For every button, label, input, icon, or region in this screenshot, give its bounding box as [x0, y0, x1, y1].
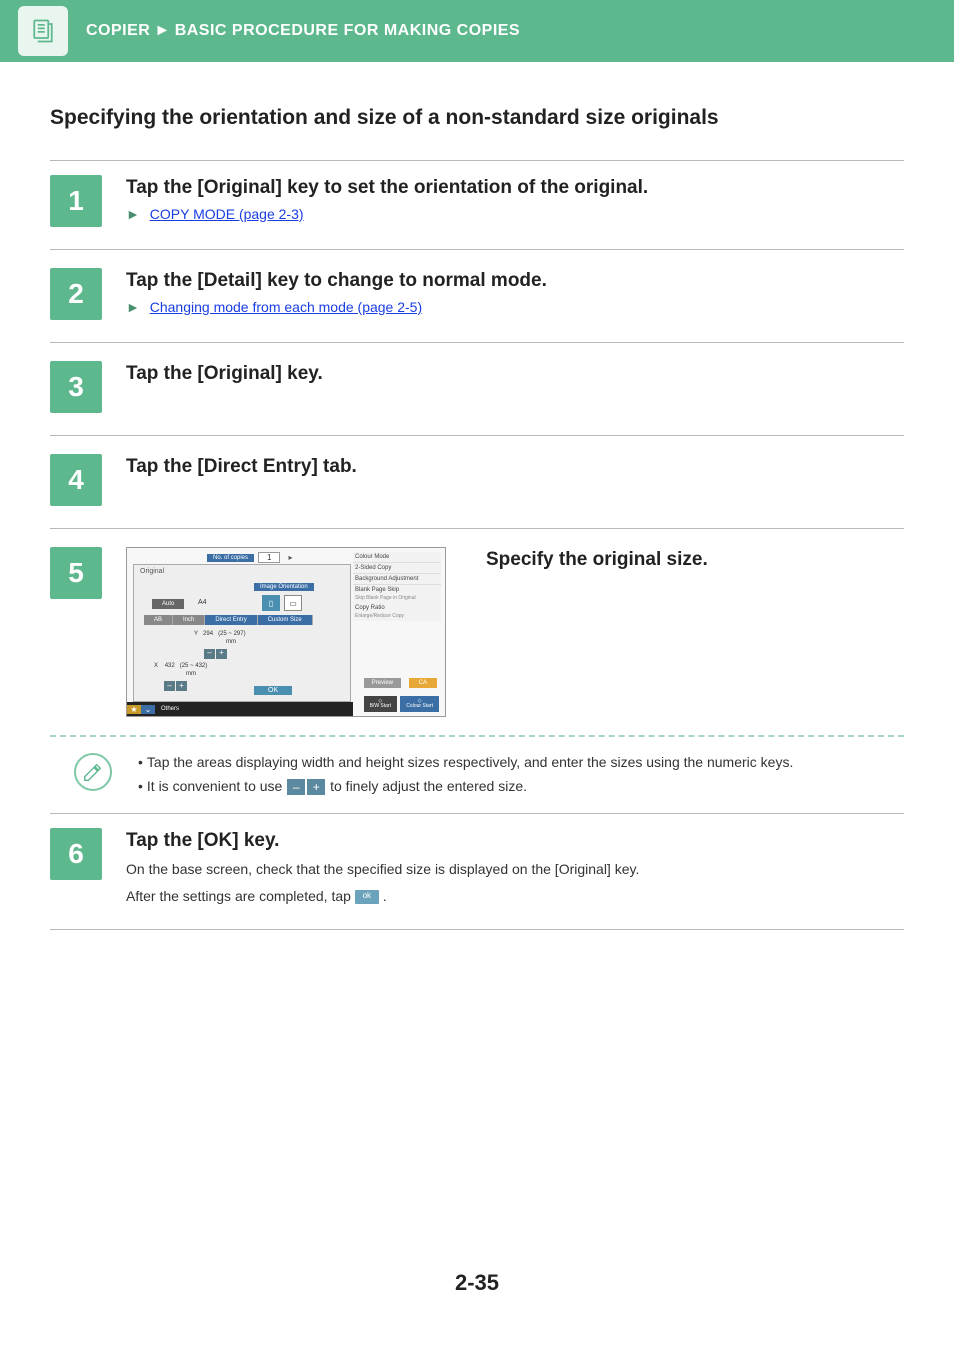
tip-2-text-a: It is convenient to use: [147, 778, 286, 794]
step-number-1: 1: [50, 175, 102, 227]
divider: [50, 249, 904, 250]
side-bg-adjust[interactable]: Background Adjustment: [353, 574, 441, 585]
side-colour-mode[interactable]: Colour Mode: [353, 552, 441, 563]
tab-custom-size[interactable]: Custom Size: [258, 615, 313, 625]
minus-icon: –: [287, 779, 305, 795]
x-unit: mm: [186, 671, 196, 677]
step-number-3: 3: [50, 361, 102, 413]
x-adjust-buttons: –+: [164, 681, 188, 691]
x-value[interactable]: 432: [165, 663, 175, 669]
side-blank-sub: Skip Blank Page in Original: [353, 595, 441, 603]
tab-ab[interactable]: AB: [144, 615, 173, 625]
link-arrow-icon: ►: [126, 206, 140, 222]
y-range: (25 ~ 297): [218, 631, 246, 637]
image-orientation-label: Image Orientation: [254, 583, 314, 591]
dashed-divider: [50, 735, 904, 737]
bw-start-button[interactable]: ◇B/W Start: [364, 696, 397, 712]
ui-screenshot: No. of copies 1 ▸ OK Original Image Orie…: [126, 547, 446, 717]
divider: [50, 342, 904, 343]
x-label: X: [154, 663, 158, 669]
ok-button-panel[interactable]: OK: [254, 686, 292, 695]
step-1-title: Tap the [Original] key to set the orient…: [126, 175, 904, 202]
tip-block: •Tap the areas displaying width and heig…: [50, 751, 904, 799]
step-3-title: Tap the [Original] key.: [126, 361, 904, 388]
copies-value[interactable]: 1: [258, 552, 280, 563]
copies-label: No. of copies: [207, 554, 254, 562]
breadcrumb-part-2[interactable]: BASIC PROCEDURE FOR MAKING COPIES: [175, 22, 520, 40]
chevron-down-icon[interactable]: ⌄: [141, 705, 155, 714]
size-tabs: AB Inch Direct Entry Custom Size: [144, 615, 313, 625]
original-label: Original: [140, 568, 164, 575]
section-title: Specifying the orientation and size of a…: [50, 106, 904, 130]
y-label: Y: [194, 631, 198, 637]
orientation-landscape-button[interactable]: ▭: [284, 595, 302, 611]
step-number-2: 2: [50, 268, 102, 320]
x-plus-button[interactable]: +: [176, 681, 187, 691]
bullet: •: [138, 778, 143, 794]
step-6-body-2a: After the settings are completed, tap: [126, 888, 355, 904]
page-number: 2-35: [50, 1270, 904, 1326]
x-minus-button[interactable]: –: [164, 681, 175, 691]
divider: [50, 528, 904, 529]
divider: [50, 813, 904, 814]
ca-button[interactable]: CA: [409, 678, 437, 688]
expand-icon[interactable]: ▸: [288, 553, 292, 562]
plus-icon: +: [307, 779, 325, 795]
breadcrumb-separator: ►: [154, 22, 170, 40]
y-plus-button[interactable]: +: [216, 649, 227, 659]
step-number-4: 4: [50, 454, 102, 506]
step-6-body-2b: .: [383, 888, 387, 904]
header-bar: COPIER ► BASIC PROCEDURE FOR MAKING COPI…: [0, 0, 954, 62]
favorite-icon[interactable]: ★: [127, 705, 141, 714]
y-minus-button[interactable]: –: [204, 649, 215, 659]
bottom-bar: ★ ⌄ Others: [127, 702, 353, 716]
side-2-sided[interactable]: 2-Sided Copy: [353, 563, 441, 574]
changing-mode-link[interactable]: Changing mode from each mode (page 2-5): [150, 299, 422, 315]
preview-button[interactable]: Preview: [364, 678, 401, 688]
copier-icon: [18, 6, 68, 56]
breadcrumb-part-1[interactable]: COPIER: [86, 22, 150, 40]
auto-button[interactable]: Auto: [152, 599, 184, 609]
bullet: •: [138, 754, 143, 770]
tip-2-text-b: to finely adjust the entered size.: [330, 778, 527, 794]
orientation-portrait-button[interactable]: ▯: [262, 595, 280, 611]
step-6-body-1: On the base screen, check that the speci…: [126, 858, 904, 880]
step-number-6: 6: [50, 828, 102, 880]
document-stack-icon: [29, 17, 57, 45]
side-blank-skip[interactable]: Blank Page Skip: [353, 585, 441, 595]
y-adjust-buttons: –+: [204, 649, 228, 659]
side-ratio-sub: Enlarge/Reduce Copy: [353, 613, 441, 621]
x-range: (25 ~ 432): [180, 663, 208, 669]
divider: [50, 929, 904, 930]
copy-mode-link[interactable]: COPY MODE (page 2-3): [150, 206, 304, 222]
link-arrow-icon: ►: [126, 299, 140, 315]
tab-inch[interactable]: Inch: [173, 615, 205, 625]
a4-label: A4: [198, 599, 207, 606]
divider: [50, 160, 904, 161]
pencil-icon: [74, 753, 112, 791]
size-entry-area: Y 294 (25 ~ 297) mm –+ X 432 (25 ~ 432): [154, 631, 246, 691]
tab-direct-entry[interactable]: Direct Entry: [205, 615, 257, 625]
divider: [50, 435, 904, 436]
step-5-title: Specify the original size.: [486, 547, 708, 574]
y-unit: mm: [226, 639, 236, 645]
mini-adjust-buttons: –+: [286, 779, 326, 795]
ok-icon: ok: [355, 890, 379, 904]
y-value[interactable]: 294: [203, 631, 213, 637]
others-button[interactable]: Others: [161, 706, 179, 712]
colour-start-button[interactable]: ◇Colour Start: [400, 696, 439, 712]
step-number-5: 5: [50, 547, 102, 599]
step-4-title: Tap the [Direct Entry] tab.: [126, 454, 904, 481]
tip-1-text: Tap the areas displaying width and heigh…: [147, 754, 793, 770]
original-panel: Original Image Orientation ▯ ▭ Auto A4 A…: [133, 564, 351, 702]
step-2-title: Tap the [Detail] key to change to normal…: [126, 268, 904, 295]
side-menu: Colour Mode 2-Sided Copy Background Adju…: [353, 552, 441, 621]
step-6-title: Tap the [OK] key.: [126, 828, 904, 855]
side-copy-ratio[interactable]: Copy Ratio: [353, 603, 441, 613]
